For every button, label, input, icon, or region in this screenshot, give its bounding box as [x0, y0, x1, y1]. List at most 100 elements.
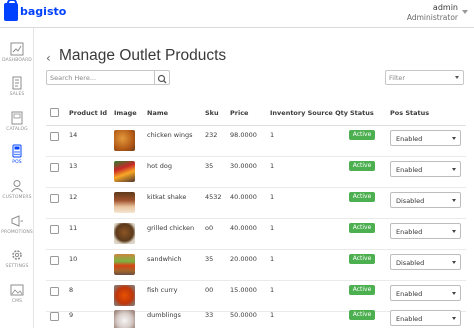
search-box — [46, 70, 170, 85]
column-sku[interactable]: Sku — [205, 109, 219, 117]
chicken-wings-image — [114, 130, 135, 151]
row-checkbox[interactable] — [50, 256, 59, 265]
product-sku: o0 — [205, 224, 214, 232]
top-bar: bagisto admin Administrator — [0, 0, 474, 28]
pos-status-value: Disabled — [396, 259, 425, 267]
pos-status-value: Enabled — [396, 228, 423, 236]
pos-status-select[interactable]: Enabled — [390, 161, 461, 177]
fish-curry-image — [114, 285, 135, 306]
sidebar-label-cms: CMS — [11, 299, 23, 304]
pos-status-select[interactable]: Enabled — [390, 130, 461, 146]
product-qty: 1 — [270, 286, 275, 294]
product-name: dumblings — [147, 311, 181, 319]
status-badge: Active — [349, 285, 375, 295]
settings-icon — [12, 250, 22, 260]
search-button[interactable] — [154, 71, 169, 84]
pos-status-select[interactable]: Enabled — [390, 223, 461, 239]
column-pos-status[interactable]: Pos Status — [390, 109, 429, 117]
column-image: Image — [114, 109, 137, 117]
row-checkbox[interactable] — [50, 312, 59, 321]
back-arrow-icon[interactable]: ‹ — [46, 51, 51, 65]
sidebar-item-sales[interactable]: SALES — [0, 70, 34, 110]
product-sku: 232 — [205, 131, 218, 139]
status-badge: Active — [349, 192, 375, 202]
chevron-down-icon — [452, 199, 456, 202]
product-qty: 1 — [270, 193, 275, 201]
pos-status-value: Disabled — [396, 197, 425, 205]
product-qty: 1 — [270, 162, 275, 170]
select-all-checkbox[interactable] — [50, 108, 59, 117]
row-checkbox[interactable] — [50, 287, 59, 296]
product-name: chicken wings — [147, 131, 193, 139]
page-title: Manage Outlet Products — [59, 47, 227, 64]
row-checkbox[interactable] — [50, 163, 59, 172]
sidebar: DASHBOARD SALES CATALOG POS CUSTOMERS PR… — [0, 28, 34, 328]
sandwich-image — [114, 254, 135, 275]
product-price: 20.0000 — [230, 255, 257, 263]
product-id: 11 — [69, 224, 78, 232]
sidebar-item-pos[interactable]: POS — [0, 138, 34, 178]
pos-status-select[interactable]: Disabled — [390, 254, 461, 270]
product-name: sandwhich — [147, 255, 182, 263]
row-checkbox[interactable] — [50, 132, 59, 141]
product-id: 13 — [69, 162, 78, 170]
column-inventory-qty[interactable]: Inventory Source Qty — [270, 109, 348, 117]
product-qty: 1 — [270, 311, 275, 319]
column-product-id[interactable]: Product Id — [69, 109, 107, 117]
status-badge: Active — [349, 254, 375, 264]
product-name: hot dog — [147, 162, 172, 170]
kitkat-shake-image — [114, 192, 135, 213]
search-input[interactable] — [47, 71, 155, 84]
column-price[interactable]: Price — [230, 109, 248, 117]
sidebar-item-customers[interactable]: CUSTOMERS — [0, 173, 34, 213]
sidebar-item-settings[interactable]: SETTINGS — [0, 242, 34, 282]
user-role: Administrator — [406, 13, 458, 22]
column-status[interactable]: Status — [350, 109, 374, 117]
product-price: 40.0000 — [230, 224, 257, 232]
table-row: 12 kitkat shake 4532 40.0000 1 Active Di… — [46, 188, 466, 219]
user-name[interactable]: admin — [433, 3, 458, 12]
cms-icon — [10, 284, 24, 296]
grilled-chicken-image — [114, 223, 135, 244]
column-name[interactable]: Name — [147, 109, 168, 117]
status-badge: Active — [349, 223, 375, 233]
sidebar-label-customers: CUSTOMERS — [2, 195, 32, 200]
bagisto-logo-icon[interactable] — [4, 0, 18, 21]
pos-status-value: Enabled — [396, 315, 423, 323]
pos-status-select[interactable]: Enabled — [390, 285, 461, 301]
table-row: 13 hot dog 35 30.0000 1 Active Enabled — [46, 157, 466, 188]
sidebar-label-settings: SETTINGS — [5, 264, 29, 269]
chevron-down-icon — [455, 76, 459, 79]
pos-status-value: Enabled — [396, 290, 423, 298]
pos-status-value: Enabled — [396, 166, 423, 174]
table-row: 11 grilled chicken o0 40.0000 1 Active E… — [46, 219, 466, 250]
sidebar-label-sales: SALES — [9, 92, 25, 97]
sidebar-label-promotions: PROMOTIONS — [1, 230, 33, 235]
product-price: 30.0000 — [230, 162, 257, 170]
chevron-down-icon — [452, 168, 456, 171]
row-checkbox[interactable] — [50, 194, 59, 203]
product-sku: 35 — [205, 162, 214, 170]
status-badge: Active — [349, 310, 375, 320]
pos-status-select[interactable]: Disabled — [390, 192, 461, 208]
row-checkbox[interactable] — [50, 225, 59, 234]
product-name: grilled chicken — [147, 224, 195, 232]
product-price: 15.0000 — [230, 286, 257, 294]
product-qty: 1 — [270, 224, 275, 232]
product-name: kitkat shake — [147, 193, 187, 201]
search-icon — [157, 74, 167, 84]
product-price: 98.0000 — [230, 131, 257, 139]
product-price: 50.0000 — [230, 311, 257, 319]
product-id: 9 — [69, 311, 74, 319]
pos-status-select[interactable]: Enabled — [390, 310, 461, 326]
chevron-down-icon — [452, 261, 456, 264]
filter-dropdown[interactable]: Filter — [385, 70, 464, 85]
filter-label: Filter — [389, 74, 406, 82]
sidebar-item-cms[interactable]: CMS — [0, 277, 34, 317]
brand-name[interactable]: bagisto — [20, 5, 66, 18]
table-row: 10 sandwhich 35 20.0000 1 Active Disable… — [46, 250, 466, 281]
user-menu-caret-icon[interactable] — [462, 10, 468, 14]
product-sku: 00 — [205, 286, 214, 294]
product-sku: 35 — [205, 255, 214, 263]
product-sku: 33 — [205, 311, 214, 319]
